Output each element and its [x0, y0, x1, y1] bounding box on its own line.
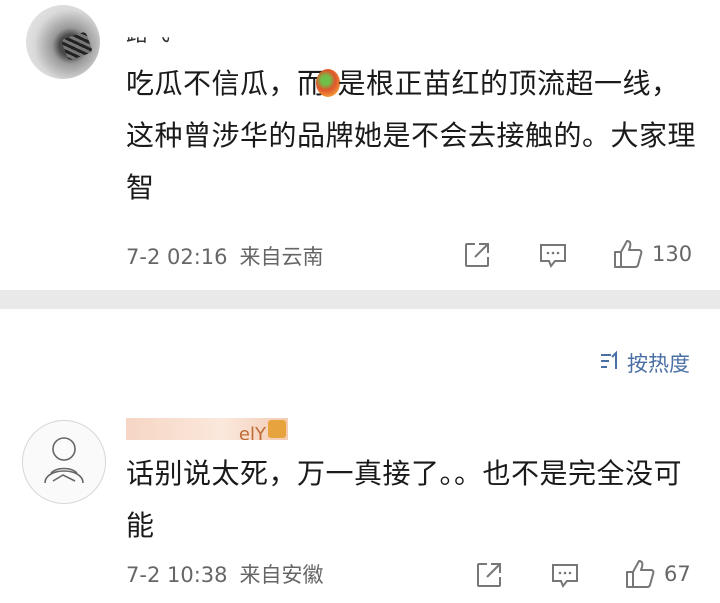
like-count: 130 [652, 242, 693, 266]
username-text: elY [238, 424, 266, 440]
action-bar [462, 240, 492, 270]
comment-icon[interactable] [550, 560, 580, 590]
share-icon[interactable] [462, 240, 492, 270]
comment-meta: 7-2 02:16 来自云南 [126, 242, 324, 272]
location: 来自云南 [239, 245, 324, 269]
comment-text: 话别说太死，万一真接了。。也不是完全没可能 [126, 457, 683, 542]
comment-meta: 7-2 10:38 来自安徽 [126, 560, 324, 590]
blurred-emoji-icon [315, 69, 340, 97]
comment-icon[interactable] [538, 240, 568, 270]
share-icon[interactable] [474, 560, 504, 590]
comment-text: 吃瓜不信瓜，而 是根正苗红的顶流超一线，这种曾涉华的品牌她是不会去接触的。大家理智 [126, 58, 706, 214]
avatar[interactable] [26, 5, 100, 79]
action-bar [538, 240, 568, 270]
comment-feed: 路飞 吃瓜不信瓜，而 是根正苗红的顶流超一线，这种曾涉华的品牌她是不会去接触的。大… [0, 0, 720, 603]
like-group[interactable]: 67 [624, 558, 691, 590]
like-icon[interactable] [624, 558, 656, 590]
action-bar [474, 560, 504, 590]
sort-toggle[interactable]: 按热度 [599, 348, 690, 378]
comment-text-part: 吃瓜不信瓜，而 [126, 67, 326, 100]
avatar[interactable] [22, 420, 106, 504]
like-icon[interactable] [612, 238, 644, 270]
like-count: 67 [664, 562, 691, 586]
member-badge-icon [268, 420, 286, 438]
divider [0, 290, 720, 309]
comment-item: 路飞 吃瓜不信瓜，而 是根正苗红的顶流超一线，这种曾涉华的品牌她是不会去接触的。大… [0, 0, 720, 290]
like-group[interactable]: 130 [612, 238, 692, 270]
location: 来自安徽 [239, 563, 324, 587]
sort-label: 按热度 [627, 352, 690, 376]
username[interactable]: elY [126, 418, 288, 440]
timestamp: 7-2 10:38 [126, 563, 228, 587]
username[interactable]: 路飞 [126, 37, 170, 46]
action-bar [550, 560, 580, 590]
sort-icon [599, 350, 623, 377]
timestamp: 7-2 02:16 [126, 245, 228, 269]
